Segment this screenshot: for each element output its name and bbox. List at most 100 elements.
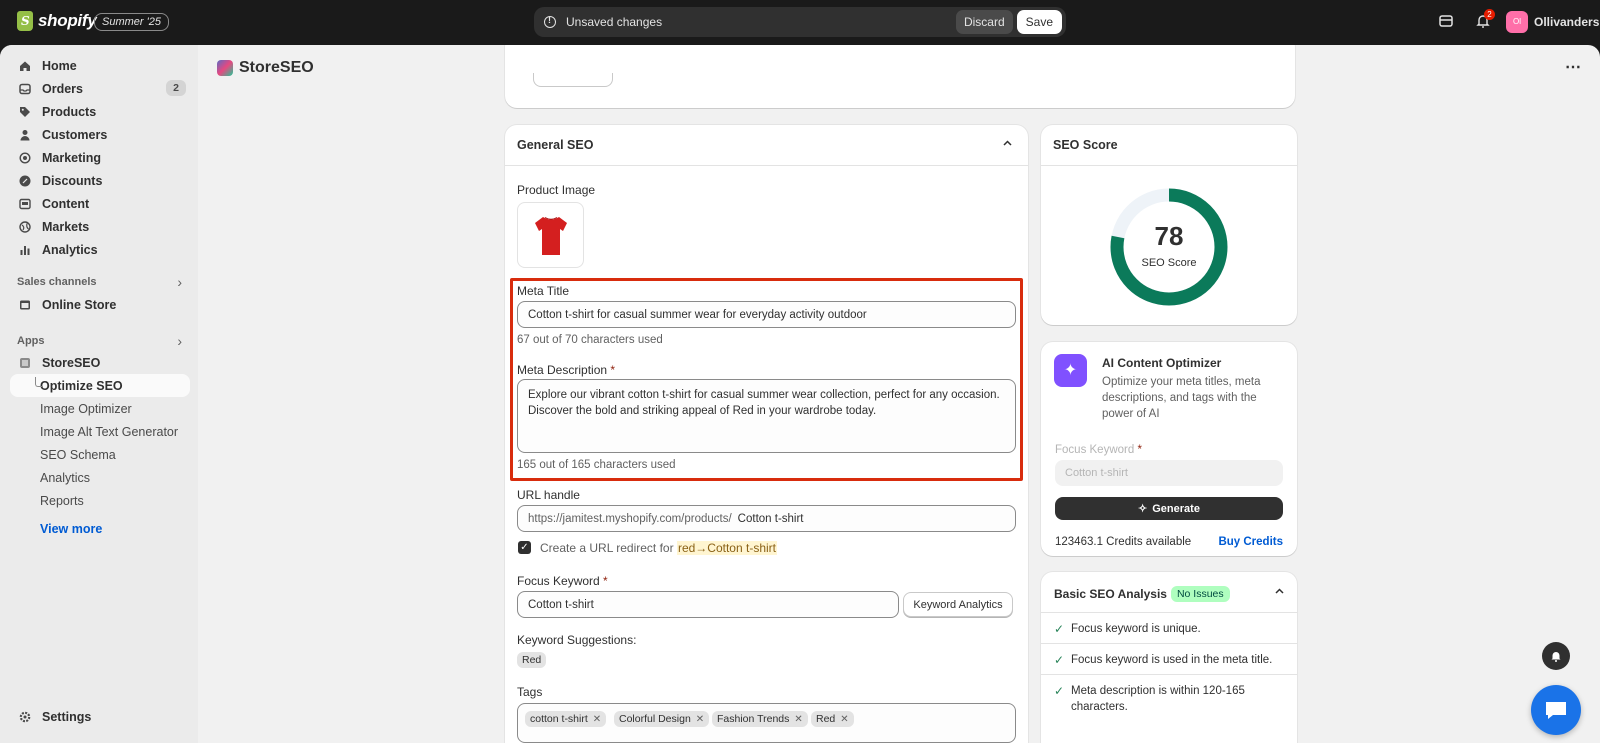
sidebar-item-markets[interactable]: Markets bbox=[10, 215, 190, 238]
sidebar-item-label: Orders bbox=[42, 81, 83, 96]
sidebar-item-analytics[interactable]: Analytics bbox=[10, 238, 190, 261]
store-name[interactable]: Ollivanders bbox=[1534, 15, 1599, 29]
more-actions-icon[interactable]: ⋯ bbox=[1565, 57, 1582, 77]
save-button[interactable]: Save bbox=[1016, 10, 1062, 34]
meta-title-input[interactable]: Cotton t-shirt for casual summer wear fo… bbox=[517, 301, 1016, 328]
chevron-up-icon[interactable] bbox=[1002, 138, 1013, 152]
checkmark-icon: ✓ bbox=[1054, 653, 1065, 667]
seo-score-card: SEO Score 78 SEO Score bbox=[1041, 125, 1297, 325]
sidebar-subitem-label: Image Optimizer bbox=[40, 401, 132, 416]
general-seo-title: General SEO bbox=[517, 138, 594, 152]
focus-keyword-value: Cotton t-shirt bbox=[528, 598, 594, 611]
sidebar: Home Orders 2 Products Customers Marketi… bbox=[0, 45, 198, 743]
remove-tag-icon[interactable]: ✕ bbox=[696, 714, 704, 725]
sidebar-item-settings[interactable]: Settings bbox=[10, 705, 190, 728]
sidebar-subitem-image-optimizer[interactable]: Image Optimizer bbox=[10, 397, 190, 420]
sidebar-subitem-seo-schema[interactable]: SEO Schema bbox=[10, 443, 190, 466]
ai-focus-keyword-input[interactable]: Cotton t-shirt bbox=[1055, 460, 1283, 486]
unsaved-text: Unsaved changes bbox=[566, 15, 663, 29]
ai-focus-label-text: Focus Keyword bbox=[1055, 444, 1135, 456]
shopify-bag-icon bbox=[17, 11, 33, 31]
sidebar-item-home[interactable]: Home bbox=[10, 54, 190, 77]
previous-section-card bbox=[505, 45, 1295, 108]
sales-channels-heading[interactable]: Sales channels bbox=[17, 276, 97, 288]
sidebar-item-content[interactable]: Content bbox=[10, 192, 190, 215]
app-title: StoreSEO bbox=[217, 59, 314, 77]
url-handle-input[interactable]: https://jamitest.myshopify.com/products/… bbox=[517, 505, 1016, 532]
sidebar-item-marketing[interactable]: Marketing bbox=[10, 146, 190, 169]
credits-available: 123463.1 Credits available bbox=[1055, 536, 1192, 548]
sidebar-item-label: Content bbox=[42, 196, 90, 211]
required-mark: * bbox=[603, 574, 608, 588]
seo-score-caption: SEO Score bbox=[1141, 257, 1197, 269]
bell-icon[interactable]: 2 bbox=[1474, 9, 1495, 31]
divider bbox=[505, 165, 1028, 166]
tag-chip: Red ✕ bbox=[811, 711, 854, 727]
meta-title-char-count: 67 out of 70 characters used bbox=[517, 334, 663, 346]
keyword-suggestions-label: Keyword Suggestions: bbox=[517, 633, 637, 647]
sidebar-item-discounts[interactable]: Discounts bbox=[10, 169, 190, 192]
keyword-analytics-button[interactable]: Keyword Analytics bbox=[903, 592, 1013, 617]
product-image-label: Product Image bbox=[517, 183, 596, 197]
chat-support-button[interactable] bbox=[1531, 685, 1581, 735]
discount-icon bbox=[18, 174, 31, 187]
analysis-check-text: Focus keyword is unique. bbox=[1071, 623, 1201, 635]
remove-tag-icon[interactable]: ✕ bbox=[794, 714, 802, 725]
meta-description-textarea[interactable]: Explore our vibrant cotton t-shirt for c… bbox=[517, 379, 1016, 453]
tree-connector bbox=[35, 377, 43, 387]
meta-title-label: Meta Title bbox=[517, 284, 570, 298]
info-icon bbox=[544, 15, 556, 28]
unsaved-changes-bar: Unsaved changes Discard Save bbox=[534, 7, 1066, 37]
brand-name: shopify bbox=[38, 11, 97, 30]
notification-fab-icon[interactable] bbox=[1542, 642, 1570, 670]
sidebar-subitem-alt-text-generator[interactable]: Image Alt Text Generator bbox=[10, 420, 190, 443]
sidebar-item-label: Customers bbox=[42, 127, 108, 142]
redirect-checkbox[interactable]: ✓ bbox=[518, 541, 531, 554]
storefront-icon bbox=[18, 298, 31, 311]
keyword-suggestion-chip[interactable]: Red bbox=[517, 652, 547, 668]
sidebar-subitem-optimize-seo[interactable]: Optimize SEO bbox=[10, 374, 190, 397]
storeseo-logo-icon bbox=[217, 60, 233, 76]
tag-label: Fashion Trends bbox=[717, 713, 790, 725]
sidebar-subitem-label: Analytics bbox=[40, 470, 91, 485]
sidebar-item-label: Settings bbox=[42, 709, 92, 724]
chevron-right-icon[interactable]: › bbox=[177, 333, 182, 349]
tag-label: Red bbox=[816, 713, 836, 725]
chat-icon bbox=[1546, 702, 1566, 719]
remove-tag-icon[interactable]: ✕ bbox=[593, 714, 601, 725]
analysis-check-item: ✓ Focus keyword is used in the meta titl… bbox=[1041, 643, 1297, 675]
basic-seo-analysis-title: Basic SEO Analysis bbox=[1054, 587, 1167, 601]
product-image[interactable] bbox=[517, 202, 584, 268]
remove-tag-icon[interactable]: ✕ bbox=[840, 714, 848, 725]
sidebar-item-online-store[interactable]: Online Store bbox=[10, 293, 190, 316]
sidebar-item-storeseo[interactable]: StoreSEO bbox=[10, 351, 190, 374]
sidebar-item-orders[interactable]: Orders 2 bbox=[10, 77, 190, 100]
sidebar-item-products[interactable]: Products bbox=[10, 100, 190, 123]
sidebar-subitem-analytics[interactable]: Analytics bbox=[10, 466, 190, 489]
shopify-logo[interactable]: shopify bbox=[17, 11, 97, 31]
url-handle-value: Cotton t-shirt bbox=[737, 512, 804, 525]
discard-button[interactable]: Discard bbox=[955, 10, 1013, 34]
buy-credits-link[interactable]: Buy Credits bbox=[1218, 536, 1283, 548]
sidebar-item-label: Analytics bbox=[42, 242, 98, 257]
focus-keyword-input[interactable]: Cotton t-shirt bbox=[517, 591, 899, 618]
partial-button[interactable] bbox=[533, 73, 613, 87]
chevron-up-icon[interactable] bbox=[1274, 586, 1285, 600]
sidebar-item-customers[interactable]: Customers bbox=[10, 123, 190, 146]
store-switcher-icon[interactable] bbox=[1437, 13, 1455, 31]
tag-chip: Fashion Trends ✕ bbox=[712, 711, 808, 727]
basic-seo-analysis-header[interactable]: Basic SEO Analysis No Issues bbox=[1054, 586, 1230, 602]
tags-input[interactable]: cotton t-shirt ✕ Colorful Design ✕ Fashi… bbox=[517, 703, 1016, 743]
edition-badge[interactable]: Summer '25 bbox=[94, 13, 169, 31]
chip-label: Red bbox=[522, 654, 542, 666]
sidebar-subitem-reports[interactable]: Reports bbox=[10, 489, 190, 512]
tag-chip: cotton t-shirt ✕ bbox=[525, 711, 607, 727]
sparkle-icon: ✧ bbox=[1138, 503, 1148, 515]
chevron-right-icon[interactable]: › bbox=[177, 274, 182, 290]
store-avatar[interactable]: Ol bbox=[1506, 11, 1528, 33]
apps-heading[interactable]: Apps bbox=[17, 335, 45, 347]
globe-icon bbox=[18, 220, 31, 233]
view-more-link[interactable]: View more bbox=[40, 522, 102, 536]
generate-label: Generate bbox=[1152, 502, 1200, 515]
generate-button[interactable]: ✧ Generate bbox=[1055, 497, 1283, 520]
